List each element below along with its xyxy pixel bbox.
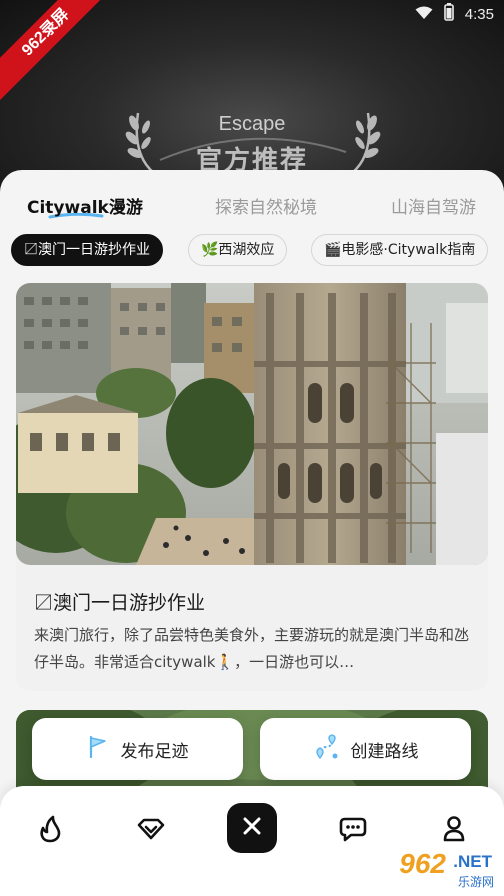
nav-messages[interactable]: [336, 814, 370, 848]
card-photo: [16, 283, 488, 565]
tab-citywalk[interactable]: Citywalk漫游: [27, 193, 143, 218]
hero-subtitle: Escape: [218, 113, 286, 135]
nav-discover[interactable]: [134, 814, 168, 848]
publish-footprint-label: 发布足迹: [120, 741, 189, 762]
site-watermark: 962 .NET 乐游网: [364, 846, 500, 890]
chip-macau[interactable]: 〼澳门一日游抄作业: [11, 234, 163, 266]
watermark-subtitle: 乐游网: [457, 875, 494, 889]
card-description: 来澳门旅行，除了品尝特色美食外，主要游玩的就是澳门半岛和氹仔半岛。非常适合cit…: [34, 626, 470, 671]
publish-footprint-button[interactable]: 发布足迹: [32, 718, 243, 780]
profile-icon: [442, 815, 466, 847]
post-card[interactable]: 〼澳门一日游抄作业 来澳门旅行，除了品尝特色美食外，主要游玩的就是澳门半岛和氹仔…: [16, 283, 488, 691]
watermark-brand: 962: [399, 848, 446, 879]
battery-icon: [443, 3, 455, 25]
topic-chips: 〼澳门一日游抄作业 🌿西湖效应 🎬电影感·Citywalk指南: [11, 234, 504, 266]
flame-icon: [37, 815, 63, 847]
wifi-icon: [415, 5, 433, 24]
chat-icon: [339, 816, 367, 846]
bottom-nav: 962 .NET 乐游网: [0, 786, 504, 896]
status-time: 4:35: [464, 5, 494, 23]
create-route-button[interactable]: 创建路线: [260, 718, 471, 780]
category-tabs: Citywalk漫游 探索自然秘境 山海自驾游: [0, 190, 504, 220]
tab-roadtrip[interactable]: 山海自驾游: [391, 193, 476, 218]
nav-profile[interactable]: [437, 814, 471, 848]
ribbon-text: 962录屏: [0, 0, 114, 101]
nav-close-button[interactable]: [227, 803, 277, 853]
flag-icon: [87, 735, 109, 764]
route-icon: [313, 733, 339, 765]
chip-westlake[interactable]: 🌿西湖效应: [188, 234, 288, 266]
nav-hot[interactable]: [33, 814, 67, 848]
create-route-label: 创建路线: [350, 741, 419, 762]
recording-ribbon: 962录屏: [0, 0, 120, 120]
diamond-icon: [136, 817, 166, 845]
close-icon: [241, 815, 263, 841]
watermark-suffix: .NET: [453, 852, 492, 871]
card-title: 〼澳门一日游抄作业: [34, 592, 206, 614]
chip-cinematic[interactable]: 🎬电影感·Citywalk指南: [311, 234, 489, 266]
tab-nature[interactable]: 探索自然秘境: [215, 193, 317, 218]
